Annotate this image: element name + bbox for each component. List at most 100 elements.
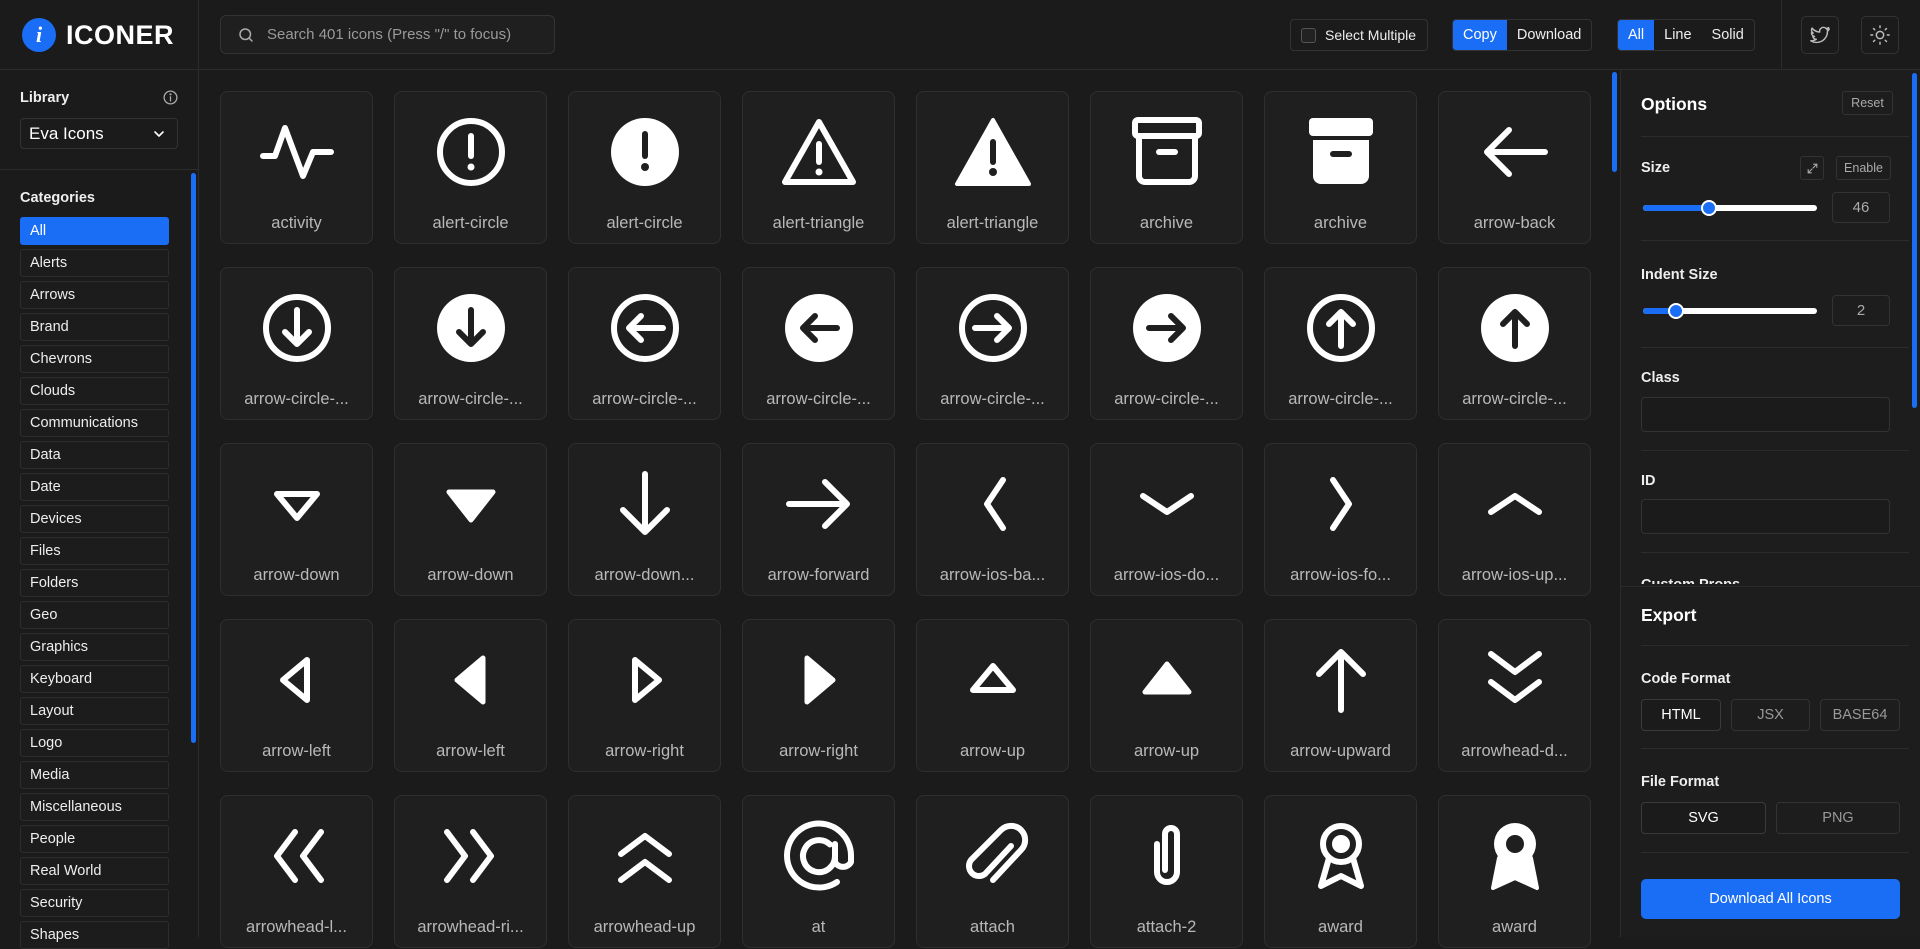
icon-card[interactable]: arrow-ios-ba...	[916, 443, 1069, 596]
code-format-html-button[interactable]: HTML	[1641, 699, 1721, 731]
category-item[interactable]: All	[20, 217, 169, 245]
search-input[interactable]	[267, 26, 537, 43]
icon-card[interactable]: arrow-up	[916, 619, 1069, 772]
categories-label: Categories	[20, 190, 95, 206]
icon-card[interactable]: arrowhead-l...	[220, 795, 373, 948]
file-format-svg-button[interactable]: SVG	[1641, 802, 1766, 834]
library-select[interactable]: Eva Icons	[20, 118, 178, 149]
icon-card[interactable]: arrow-circle-...	[1264, 267, 1417, 420]
indent-size-slider[interactable]	[1643, 303, 1817, 319]
options-scrollbar[interactable]	[1912, 73, 1917, 408]
icon-card[interactable]: arrow-circle-...	[220, 267, 373, 420]
grid-scrollbar[interactable]	[1612, 72, 1617, 172]
icon-card[interactable]: arrow-circle-...	[916, 267, 1069, 420]
icon-card[interactable]: activity	[220, 91, 373, 244]
icon-card[interactable]: arrow-circle-...	[394, 267, 547, 420]
icon-label: arrowhead-d...	[1461, 742, 1568, 760]
icon-card[interactable]: arrow-forward	[742, 443, 895, 596]
icon-card[interactable]: arrow-upward	[1264, 619, 1417, 772]
twitter-button[interactable]	[1801, 16, 1839, 54]
category-item[interactable]: Chevrons	[20, 345, 169, 373]
icon-card[interactable]: arrowhead-ri...	[394, 795, 547, 948]
file-format-png-button[interactable]: PNG	[1776, 802, 1900, 834]
category-item[interactable]: Layout	[20, 697, 169, 725]
category-item[interactable]: Folders	[20, 569, 169, 597]
icon-card[interactable]: alert-triangle	[916, 91, 1069, 244]
category-item[interactable]: Keyboard	[20, 665, 169, 693]
size-value[interactable]: 46	[1832, 192, 1890, 223]
category-item[interactable]: Geo	[20, 601, 169, 629]
category-item[interactable]: Files	[20, 537, 169, 565]
icon-card[interactable]: arrow-down...	[568, 443, 721, 596]
expand-size-button[interactable]	[1800, 156, 1824, 180]
sidebar-scrollbar[interactable]	[191, 173, 196, 743]
icon-card[interactable]: at	[742, 795, 895, 948]
indent-size-value[interactable]: 2	[1832, 295, 1890, 326]
icon-card[interactable]: arrow-ios-fo...	[1264, 443, 1417, 596]
category-item[interactable]: Security	[20, 889, 169, 917]
category-item[interactable]: Logo	[20, 729, 169, 757]
copy-mode-button[interactable]: Copy	[1453, 20, 1507, 50]
select-multiple-toggle[interactable]: Select Multiple	[1290, 19, 1428, 51]
icon-card[interactable]: alert-circle	[394, 91, 547, 244]
info-icon[interactable]	[162, 89, 179, 106]
icon-card[interactable]: arrowhead-up	[568, 795, 721, 948]
filter-solid-button[interactable]: Solid	[1702, 20, 1754, 50]
category-item[interactable]: Date	[20, 473, 169, 501]
icon-card[interactable]: arrow-back	[1438, 91, 1591, 244]
indent-slider-thumb[interactable]	[1668, 303, 1685, 319]
category-item[interactable]: People	[20, 825, 169, 853]
icon-card[interactable]: attach-2	[1090, 795, 1243, 948]
icon-card[interactable]: award	[1438, 795, 1591, 948]
icon-card[interactable]: alert-circle	[568, 91, 721, 244]
twitter-icon	[1810, 26, 1830, 44]
category-item[interactable]: Clouds	[20, 377, 169, 405]
reset-button[interactable]: Reset	[1842, 91, 1893, 115]
app-logo[interactable]: i ICONER	[22, 17, 174, 53]
icon-card[interactable]: arrow-circle-...	[742, 267, 895, 420]
category-item[interactable]: Arrows	[20, 281, 169, 309]
icon-card[interactable]: arrow-ios-do...	[1090, 443, 1243, 596]
icon-card[interactable]: arrow-circle-...	[1090, 267, 1243, 420]
category-item[interactable]: Shapes	[20, 921, 169, 949]
icon-card[interactable]: arrow-circle-...	[568, 267, 721, 420]
filter-all-button[interactable]: All	[1618, 20, 1655, 50]
filter-line-button[interactable]: Line	[1654, 20, 1701, 50]
icon-card[interactable]: arrow-right	[568, 619, 721, 772]
download-mode-button[interactable]: Download	[1507, 20, 1591, 50]
download-all-button[interactable]: Download All Icons	[1641, 879, 1900, 919]
category-item[interactable]: Brand	[20, 313, 169, 341]
category-item[interactable]: Alerts	[20, 249, 169, 277]
category-item[interactable]: Real World	[20, 857, 169, 885]
size-slider[interactable]	[1643, 200, 1817, 216]
icon-card[interactable]: arrow-up	[1090, 619, 1243, 772]
icon-card[interactable]: award	[1264, 795, 1417, 948]
category-item[interactable]: Graphics	[20, 633, 169, 661]
theme-toggle-button[interactable]	[1861, 16, 1899, 54]
icon-card[interactable]: arrow-left	[220, 619, 373, 772]
category-item[interactable]: Media	[20, 761, 169, 789]
icon-card[interactable]: archive	[1090, 91, 1243, 244]
class-input[interactable]	[1641, 397, 1890, 432]
code-format-jsx-button[interactable]: JSX	[1731, 699, 1810, 731]
size-enable-button[interactable]: Enable	[1836, 156, 1891, 180]
category-item[interactable]: Data	[20, 441, 169, 469]
icon-card[interactable]: attach	[916, 795, 1069, 948]
category-item[interactable]: Devices	[20, 505, 169, 533]
icon-card[interactable]: arrow-down	[394, 443, 547, 596]
category-item[interactable]: Communications	[20, 409, 169, 437]
icon-card[interactable]: arrow-right	[742, 619, 895, 772]
icon-card[interactable]: alert-triangle	[742, 91, 895, 244]
size-slider-thumb[interactable]	[1701, 200, 1718, 216]
search-box[interactable]	[220, 15, 555, 54]
code-format-base64-button[interactable]: BASE64	[1820, 699, 1900, 731]
icon-card[interactable]: arrowhead-d...	[1438, 619, 1591, 772]
select-multiple-checkbox[interactable]	[1301, 27, 1316, 43]
icon-card[interactable]: arrow-left	[394, 619, 547, 772]
category-item[interactable]: Miscellaneous	[20, 793, 169, 821]
icon-card[interactable]: arrow-down	[220, 443, 373, 596]
icon-card[interactable]: arrow-circle-...	[1438, 267, 1591, 420]
icon-card[interactable]: arrow-ios-up...	[1438, 443, 1591, 596]
id-input[interactable]	[1641, 499, 1890, 534]
icon-card[interactable]: archive	[1264, 91, 1417, 244]
